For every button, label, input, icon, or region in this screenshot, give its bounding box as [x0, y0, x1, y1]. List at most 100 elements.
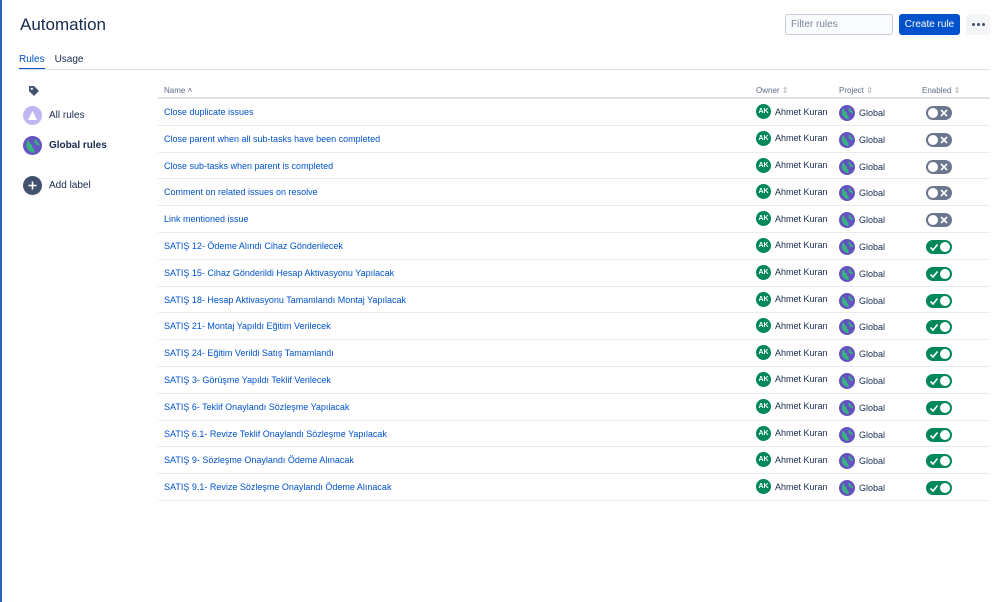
toggle-knob	[940, 268, 950, 279]
table-row: Comment on related issues on resolve AK …	[158, 179, 990, 207]
rule-name-link[interactable]: SATIŞ 24- Eğitim Verildi Satış Tamamland…	[164, 348, 334, 358]
rules-table: Name ˄ Owner ⇕ Project ⇕ Enabled ⇕ Close…	[158, 83, 990, 501]
enabled-toggle[interactable]	[926, 239, 952, 254]
avatar[interactable]: AK	[756, 237, 771, 253]
globe-icon	[839, 238, 855, 255]
owner-cell: AK Ahmet Kuran	[756, 425, 828, 441]
enabled-toggle[interactable]	[926, 320, 952, 335]
enabled-toggle[interactable]	[926, 293, 952, 308]
project-cell: Global	[839, 238, 885, 255]
tab-usage[interactable]: Usage	[55, 54, 84, 70]
filter-rules-input[interactable]	[785, 14, 893, 35]
tag-icon[interactable]	[28, 85, 40, 97]
rule-name-link[interactable]: SATIŞ 15- Cihaz Gönderildi Hesap Aktivas…	[164, 268, 394, 278]
enabled-toggle[interactable]	[926, 427, 952, 442]
avatar[interactable]: AK	[756, 211, 771, 227]
column-header-project[interactable]: Project ⇕	[839, 86, 873, 95]
toggle-knob	[928, 188, 938, 199]
enabled-toggle[interactable]	[926, 106, 952, 120]
page-title: Automation	[20, 15, 106, 34]
rule-name-link[interactable]: SATIŞ 21- Montaj Yapıldı Eğitim Verilece…	[164, 321, 331, 331]
project-cell: Global	[839, 426, 885, 443]
project-cell: Global	[839, 131, 885, 148]
enabled-toggle[interactable]	[926, 481, 952, 496]
avatar[interactable]: AK	[756, 479, 771, 495]
enabled-toggle[interactable]	[926, 347, 952, 362]
project-name: Global	[859, 188, 886, 199]
rule-name-link[interactable]: Close duplicate issues	[164, 107, 254, 117]
toggle-knob	[940, 295, 950, 306]
avatar[interactable]: AK	[756, 184, 771, 200]
owner-name: Ahmet Kuran	[775, 428, 828, 439]
enabled-toggle[interactable]	[926, 454, 952, 469]
enabled-toggle[interactable]	[926, 400, 952, 415]
more-icon-dot	[976, 23, 980, 26]
enabled-toggle[interactable]	[926, 266, 952, 281]
enabled-toggle[interactable]	[926, 186, 952, 201]
rule-name-link[interactable]: Link mentioned issue	[164, 214, 249, 224]
table-row: SATIŞ 24- Eğitim Verildi Satış Tamamland…	[158, 340, 990, 367]
column-header-enabled[interactable]: Enabled ⇕	[922, 86, 960, 95]
globe-icon	[839, 372, 855, 389]
column-header-label: Name	[164, 86, 186, 95]
table-row: SATIŞ 18- Hesap Aktivasyonu Tamamlandı M…	[158, 287, 990, 314]
toggle-knob	[928, 134, 938, 145]
toggle-knob	[940, 241, 950, 252]
sidebar-item-label: Global rules	[49, 140, 107, 151]
sort-icon: ⇕	[863, 86, 873, 95]
rule-name-link[interactable]: Close sub-tasks when parent is completed	[164, 161, 333, 171]
rule-name-link[interactable]: SATIŞ 3- Görüşme Yapıldı Teklif Verilece…	[164, 375, 331, 385]
globe-icon	[839, 265, 855, 282]
enabled-toggle[interactable]	[926, 159, 952, 174]
rule-name-link[interactable]: SATIŞ 6- Teklif Onaylandı Sözleşme Yapıl…	[164, 402, 349, 412]
rule-name-link[interactable]: SATIŞ 18- Hesap Aktivasyonu Tamamlandı M…	[164, 295, 406, 305]
more-icon	[971, 23, 975, 26]
check-icon	[929, 270, 939, 278]
more-actions-button[interactable]	[966, 14, 990, 35]
enabled-toggle[interactable]	[926, 213, 952, 228]
avatar[interactable]: AK	[756, 371, 771, 387]
avatar[interactable]: AK	[756, 398, 771, 414]
avatar[interactable]: AK	[756, 157, 771, 173]
toggle-knob	[928, 108, 938, 118]
sidebar-item-add-label[interactable]: Add label	[23, 176, 91, 195]
globe-icon	[839, 426, 855, 443]
rule-name-link[interactable]: SATIŞ 6.1- Revize Teklif Onaylandı Sözle…	[164, 429, 387, 439]
owner-name: Ahmet Kuran	[775, 374, 828, 385]
toggle-knob	[940, 375, 950, 386]
project-name: Global	[859, 295, 886, 306]
rule-name-link[interactable]: SATIŞ 9.1- Revize Sözleşme Onaylandı Öde…	[164, 482, 391, 492]
rule-name-link[interactable]: SATIŞ 12- Ödeme Alındı Cihaz Gönderilece…	[164, 241, 343, 251]
avatar[interactable]: AK	[756, 425, 771, 441]
table-row: SATIŞ 6- Teklif Onaylandı Sözleşme Yapıl…	[158, 394, 990, 421]
tabs-divider	[19, 69, 990, 70]
create-rule-button[interactable]: Create rule	[899, 14, 960, 35]
avatar[interactable]: AK	[756, 318, 771, 334]
sidebar-item-global-rules[interactable]: Global rules	[23, 136, 107, 155]
globe-icon	[839, 346, 855, 363]
tab-rules[interactable]: Rules	[19, 54, 45, 70]
owner-cell: AK Ahmet Kuran	[756, 398, 828, 414]
column-header-owner[interactable]: Owner ⇕	[756, 86, 789, 95]
enabled-toggle[interactable]	[926, 373, 952, 388]
rule-name-link[interactable]: Comment on related issues on resolve	[164, 187, 318, 197]
globe-icon	[23, 136, 42, 155]
rule-name-link[interactable]: SATIŞ 9- Sözleşme Onaylandı Ödeme Alınac…	[164, 455, 354, 465]
enabled-toggle[interactable]	[926, 132, 952, 147]
globe-icon	[839, 480, 855, 497]
owner-cell: AK Ahmet Kuran	[756, 130, 828, 146]
owner-name: Ahmet Kuran	[775, 133, 828, 144]
project-cell: Global	[839, 185, 886, 202]
column-header-name[interactable]: Name ˄	[164, 86, 192, 95]
avatar[interactable]: AK	[756, 291, 771, 307]
avatar[interactable]: AK	[756, 130, 771, 146]
avatar[interactable]: AK	[756, 104, 771, 119]
project-name: Global	[859, 349, 886, 360]
avatar[interactable]: AK	[756, 345, 771, 361]
rule-name-link[interactable]: Close parent when all sub-tasks have bee…	[164, 134, 380, 144]
sidebar-item-all-rules[interactable]: All rules	[23, 106, 85, 125]
check-icon	[929, 485, 939, 493]
avatar[interactable]: AK	[756, 452, 771, 468]
avatar[interactable]: AK	[756, 264, 771, 280]
toggle-knob	[928, 161, 938, 172]
